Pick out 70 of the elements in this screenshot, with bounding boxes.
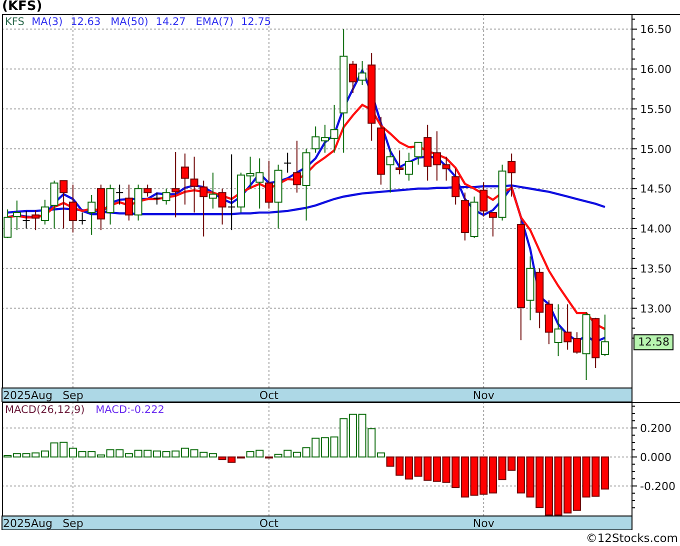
candlestick — [460, 192, 469, 241]
candlestick — [470, 196, 478, 239]
axis-label: 15.00 — [640, 142, 672, 156]
legend-label: MACD(26,12,9) — [5, 404, 85, 416]
candlestick — [264, 160, 273, 210]
histogram-bar — [460, 456, 469, 498]
copyright-text: ©12Stocks.com — [586, 531, 679, 545]
histogram-bar — [554, 456, 562, 516]
axis-label: 16.50 — [640, 23, 672, 36]
legend-label: EMA(7) — [196, 16, 234, 28]
axis-label: -0.200 — [640, 480, 676, 493]
candlestick — [32, 210, 40, 231]
histogram-bar — [452, 456, 460, 488]
candlestick — [190, 156, 198, 214]
legend-label: MA(3) — [32, 16, 63, 28]
histogram-bar — [320, 437, 329, 458]
legend-label: MACD:-0.222 — [96, 404, 164, 416]
candlestick — [554, 304, 562, 357]
histogram-bar — [432, 456, 441, 482]
axis-label: 13.00 — [640, 302, 672, 316]
histogram-bar — [582, 456, 590, 498]
candlestick — [600, 314, 609, 357]
axis-label: Sep — [62, 517, 84, 530]
axis-label: 14.00 — [640, 222, 672, 236]
candlestick — [544, 300, 553, 345]
histogram-bar — [470, 456, 478, 496]
axis-label: 13.50 — [640, 262, 672, 276]
axis-label: 15.50 — [640, 102, 672, 116]
axis-label: Sep — [62, 389, 84, 402]
histogram-bar — [592, 456, 600, 497]
legend-label: KFS — [5, 16, 24, 28]
candlestick — [536, 268, 544, 329]
legend-value: 14.27 — [156, 16, 186, 28]
axis-label: Nov — [472, 389, 494, 402]
candlestick — [152, 192, 161, 206]
histogram-bar — [190, 449, 198, 458]
histogram-bar — [442, 456, 450, 483]
histogram-bar — [348, 414, 357, 458]
histogram-bar — [480, 456, 488, 495]
histogram-bar — [564, 456, 572, 514]
candlestick — [4, 208, 12, 239]
histogram-bar — [536, 456, 544, 508]
histogram-bar — [180, 448, 189, 458]
candlestick — [508, 153, 516, 198]
legend-value: 12.63 — [70, 16, 101, 28]
chart-title: (KFS) — [2, 0, 42, 14]
axis-label: 0.200 — [640, 422, 672, 435]
axis-label: 2025Aug — [3, 517, 52, 530]
candlestick — [404, 152, 413, 182]
legend-value: 12.75 — [241, 16, 272, 28]
legend-label: MA(50) — [110, 16, 148, 28]
histogram-bar — [404, 456, 413, 480]
axis-label: 2025Aug — [3, 389, 52, 402]
candlestick — [180, 153, 189, 206]
axis-label: 14.50 — [640, 182, 672, 196]
histogram-bar — [572, 456, 581, 511]
histogram-bar — [526, 456, 534, 498]
axis-label: Nov — [472, 517, 494, 530]
axis-label: 0.000 — [640, 450, 672, 464]
histogram-bar — [424, 456, 432, 481]
histogram-bar — [414, 456, 422, 477]
candlestick — [592, 317, 600, 369]
histogram-bar — [544, 456, 553, 516]
candlestick — [60, 180, 68, 229]
last-price-tag: 12.58 — [634, 334, 674, 350]
axis-label: Oct — [259, 389, 278, 402]
candlestick — [96, 184, 105, 231]
axis-label: 16.00 — [640, 63, 672, 76]
histogram-bar — [600, 456, 609, 490]
axis-label: Oct — [259, 517, 278, 530]
